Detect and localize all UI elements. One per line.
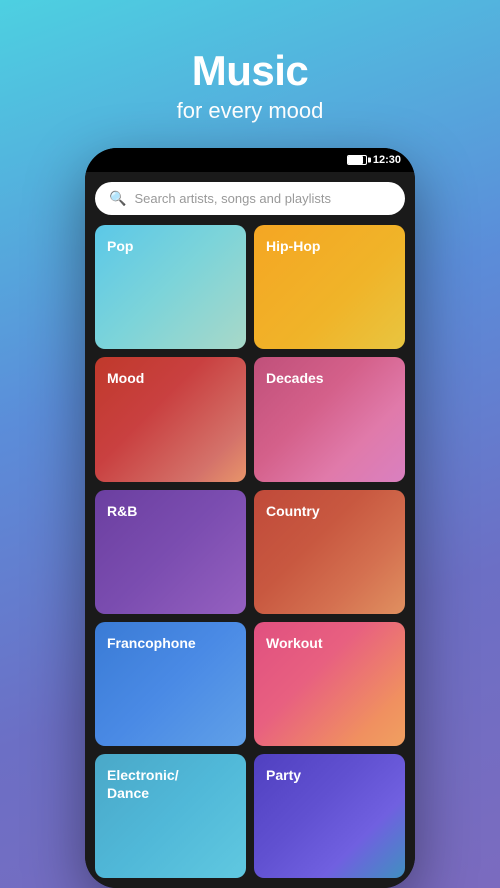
- genre-item-rnb[interactable]: R&B: [95, 490, 246, 614]
- battery-icon: [347, 155, 367, 165]
- genre-item-hiphop[interactable]: Hip-Hop: [254, 225, 405, 349]
- genre-item-decades[interactable]: Decades: [254, 357, 405, 481]
- genre-label-hiphop: Hip-Hop: [266, 237, 320, 255]
- genre-label-party: Party: [266, 766, 301, 784]
- genre-grid: Pop Hip-Hop Mood Decades R&B Country Fra…: [95, 225, 405, 878]
- genre-label-francophone: Francophone: [107, 634, 196, 652]
- status-bar: 12:30: [85, 148, 415, 172]
- phone-mockup: 12:30 🔍 Search artists, songs and playli…: [85, 148, 415, 888]
- genre-label-decades: Decades: [266, 369, 324, 387]
- genre-label-electronic: Electronic/Dance: [107, 766, 179, 802]
- page-header: Music for every mood: [157, 0, 344, 148]
- search-icon: 🔍: [109, 190, 126, 207]
- genre-item-workout[interactable]: Workout: [254, 622, 405, 746]
- genre-item-mood[interactable]: Mood: [95, 357, 246, 481]
- search-bar[interactable]: 🔍 Search artists, songs and playlists: [95, 182, 405, 215]
- genre-item-party[interactable]: Party: [254, 754, 405, 878]
- genre-label-workout: Workout: [266, 634, 323, 652]
- page-subtitle: for every mood: [177, 98, 324, 124]
- genre-label-pop: Pop: [107, 237, 133, 255]
- genre-item-pop[interactable]: Pop: [95, 225, 246, 349]
- search-placeholder: Search artists, songs and playlists: [134, 191, 331, 206]
- genre-item-francophone[interactable]: Francophone: [95, 622, 246, 746]
- genre-item-electronic[interactable]: Electronic/Dance: [95, 754, 246, 878]
- genre-label-mood: Mood: [107, 369, 144, 387]
- phone-content: 🔍 Search artists, songs and playlists Po…: [85, 172, 415, 888]
- genre-label-country: Country: [266, 502, 320, 520]
- genre-item-country[interactable]: Country: [254, 490, 405, 614]
- page-title: Music: [177, 48, 324, 94]
- genre-label-rnb: R&B: [107, 502, 137, 520]
- status-time: 12:30: [373, 154, 401, 166]
